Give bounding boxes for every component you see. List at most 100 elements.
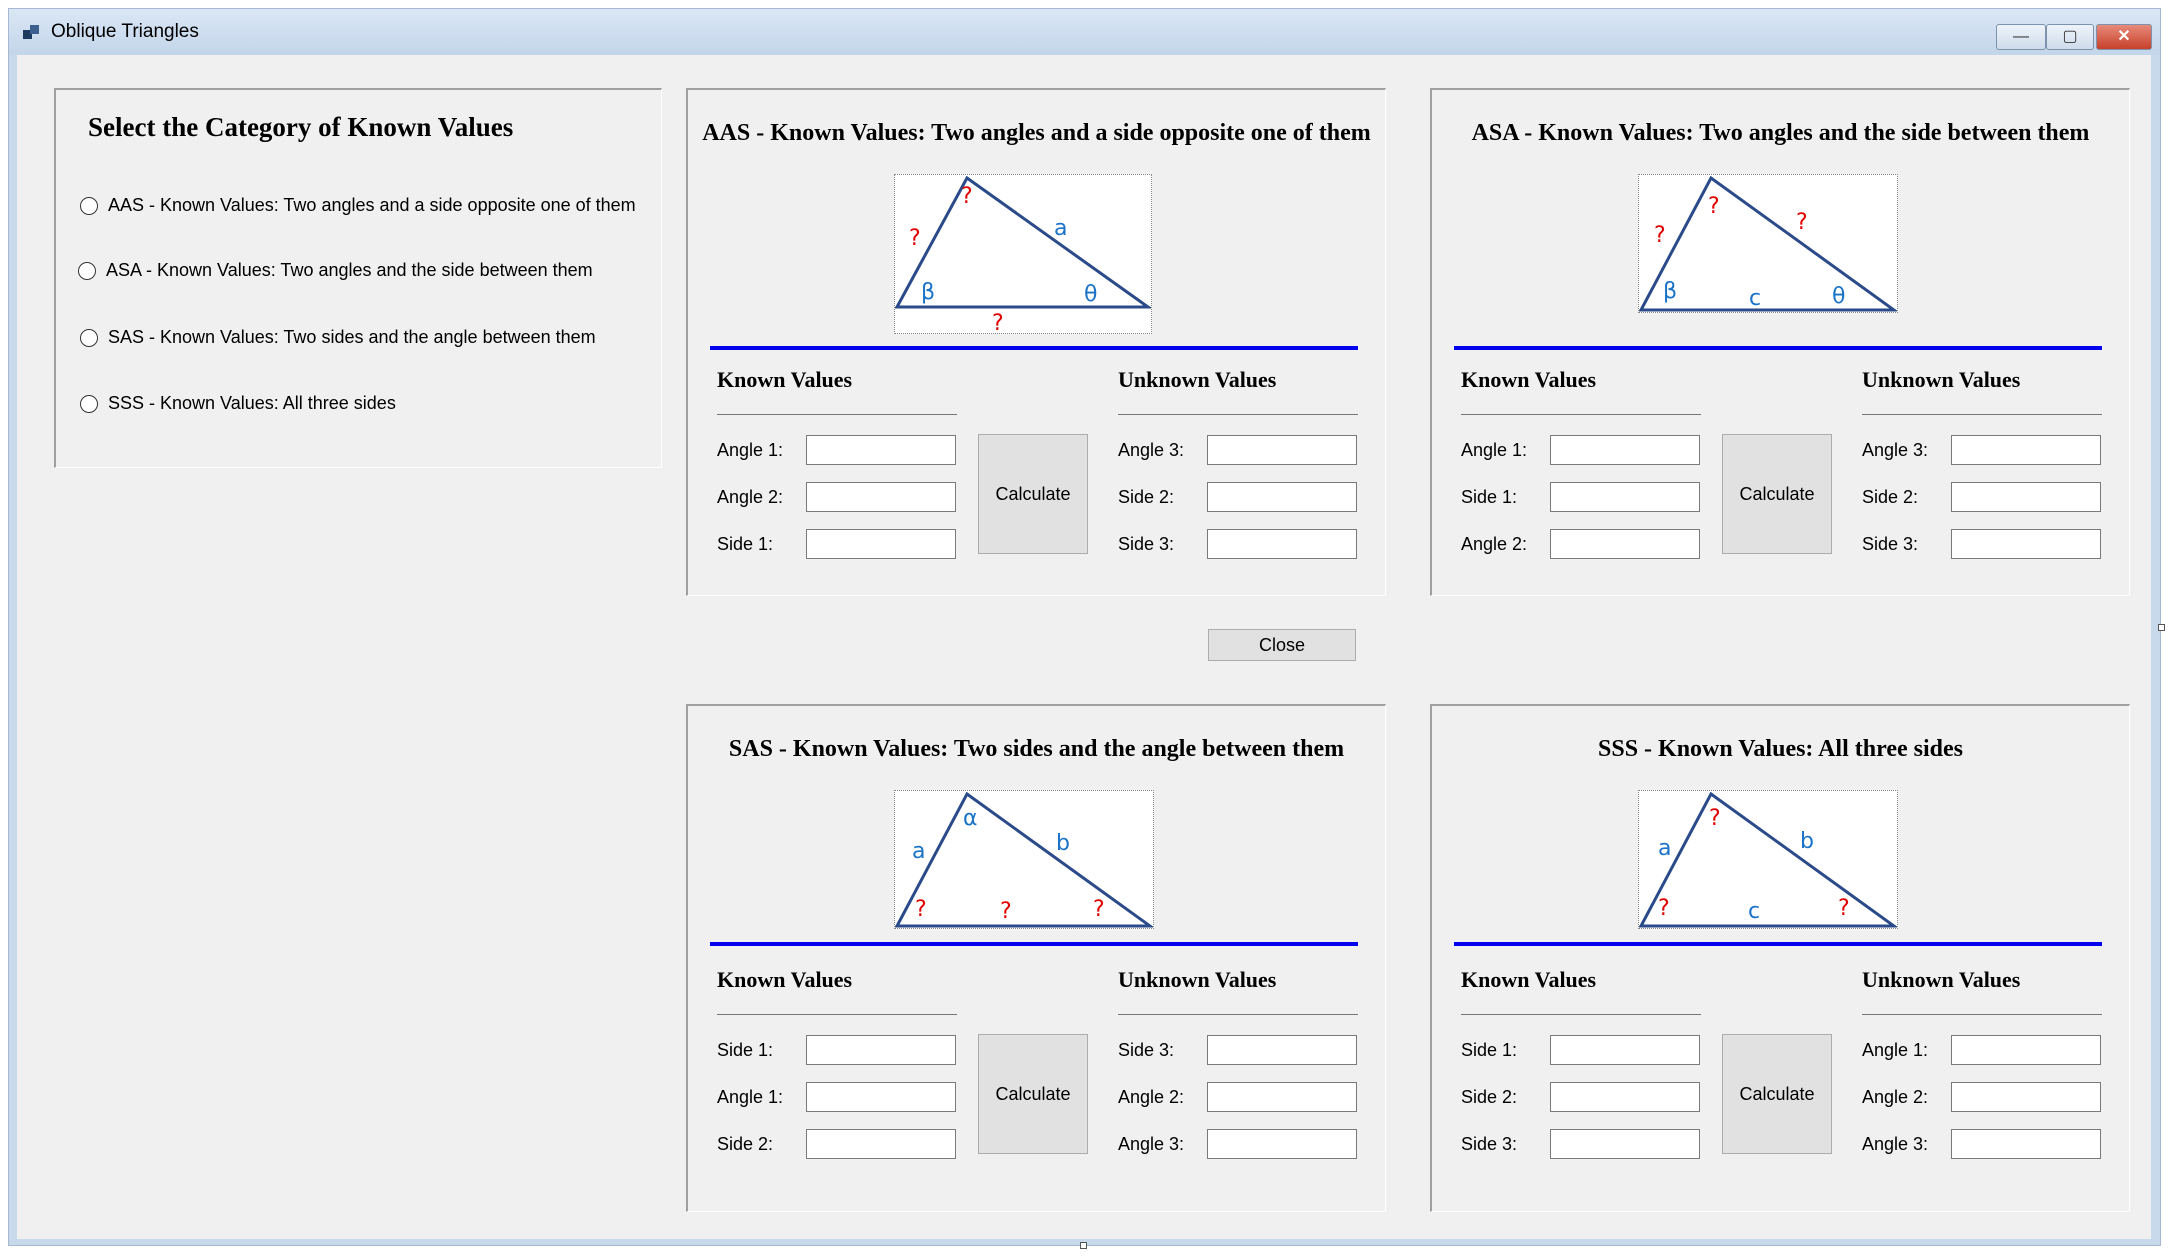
label-right: b <box>1800 829 1814 854</box>
triangle-diagram: ? ? ? β c θ <box>1638 174 1898 313</box>
aas-panel: AAS - Known Values: Two angles and a sid… <box>686 88 1386 596</box>
unknown-label-3: Angle 3: <box>1118 1134 1185 1154</box>
label-bottom-right: θ <box>1084 282 1097 307</box>
minimize-button[interactable]: — <box>1996 24 2046 50</box>
known-label-2: Angle 1: <box>717 1087 784 1107</box>
close-button[interactable]: Close <box>1208 629 1356 661</box>
client-area: Select the Category of Known Values AAS … <box>17 55 2151 1239</box>
known-values-heading: Known Values <box>1461 367 1597 392</box>
known-input-3[interactable] <box>1550 1129 1700 1159</box>
resize-handle-right[interactable] <box>2158 624 2165 631</box>
label-bottom: ? <box>992 311 1004 333</box>
label-bottom-right: θ <box>1832 284 1845 309</box>
unknown-output-3[interactable] <box>1951 1129 2101 1159</box>
radio-circle[interactable] <box>78 262 96 280</box>
label-left: a <box>1658 836 1671 861</box>
known-input-1[interactable] <box>806 435 956 465</box>
known-input-1[interactable] <box>1550 1035 1700 1065</box>
unknown-output-2[interactable] <box>1951 1082 2101 1112</box>
unknown-label-3: Side 3: <box>1118 534 1175 554</box>
panel-title: SSS - Known Values: All three sides <box>1598 736 1963 762</box>
category-selector-panel: Select the Category of Known Values AAS … <box>54 88 662 468</box>
known-values-heading: Known Values <box>717 967 853 992</box>
unknown-label-1: Side 3: <box>1118 1040 1175 1060</box>
unknown-label-1: Angle 1: <box>1862 1040 1929 1060</box>
label-bottom-left: β <box>1663 279 1677 304</box>
maximize-button[interactable]: ▢ <box>2046 24 2094 50</box>
label-top: α <box>963 806 978 831</box>
app-icon <box>23 25 41 41</box>
known-values-heading: Known Values <box>717 367 853 392</box>
known-label-3: Side 2: <box>717 1134 774 1154</box>
maximize-icon: ▢ <box>2062 28 2078 45</box>
label-bottom-left: ? <box>1658 896 1670 921</box>
unknown-output-1[interactable] <box>1207 435 1357 465</box>
unknown-values-heading: Unknown Values <box>1862 367 2021 392</box>
unknown-label-2: Side 2: <box>1118 487 1175 507</box>
unknown-output-3[interactable] <box>1951 529 2101 559</box>
unknown-output-3[interactable] <box>1207 529 1357 559</box>
known-input-3[interactable] <box>806 1129 956 1159</box>
known-input-2[interactable] <box>1550 1082 1700 1112</box>
label-bottom-left: ? <box>915 897 927 922</box>
label-bottom: c <box>1748 899 1760 924</box>
minimize-icon: — <box>2013 28 2029 45</box>
label-top: ? <box>1708 194 1720 219</box>
radio-circle[interactable] <box>80 329 98 347</box>
known-underline <box>717 414 957 415</box>
unknown-output-2[interactable] <box>1207 1082 1357 1112</box>
radio-label: ASA - Known Values: Two angles and the s… <box>106 260 593 280</box>
known-input-1[interactable] <box>1550 435 1700 465</box>
radio-circle[interactable] <box>80 197 98 215</box>
calculate-button[interactable]: Calculate <box>1722 1034 1832 1154</box>
title-bar[interactable]: Oblique Triangles — ▢ ✕ <box>9 9 2160 55</box>
unknown-output-1[interactable] <box>1207 1035 1357 1065</box>
known-input-2[interactable] <box>1550 482 1700 512</box>
panel-title: SAS - Known Values: Two sides and the an… <box>728 736 1345 762</box>
known-label-1: Side 1: <box>717 1040 774 1060</box>
unknown-output-3[interactable] <box>1207 1129 1357 1159</box>
resize-handle-bottom[interactable] <box>1080 1242 1087 1249</box>
known-label-2: Side 1: <box>1461 487 1518 507</box>
app-window: Oblique Triangles — ▢ ✕ Select the Categ… <box>8 8 2161 1246</box>
known-input-3[interactable] <box>806 529 956 559</box>
close-window-button[interactable]: ✕ <box>2096 24 2152 50</box>
label-right: b <box>1056 831 1070 856</box>
calculate-button[interactable]: Calculate <box>978 434 1088 554</box>
unknown-output-2[interactable] <box>1207 482 1357 512</box>
triangle-shape <box>1639 175 1897 312</box>
triangle-shape <box>1639 791 1897 928</box>
selector-title: Select the Category of Known Values <box>88 112 514 142</box>
known-input-2[interactable] <box>806 482 956 512</box>
divider-rule <box>710 346 1358 350</box>
unknown-output-1[interactable] <box>1951 435 2101 465</box>
radio-label: SSS - Known Values: All three sides <box>108 393 396 413</box>
known-values-heading: Known Values <box>1461 967 1597 992</box>
calculate-button[interactable]: Calculate <box>1722 434 1832 554</box>
known-underline <box>1461 414 1701 415</box>
known-input-2[interactable] <box>806 1082 956 1112</box>
known-label-1: Side 1: <box>1461 1040 1518 1060</box>
unknown-label-2: Side 2: <box>1862 487 1919 507</box>
divider-rule <box>1454 942 2102 946</box>
unknown-label-3: Side 3: <box>1862 534 1919 554</box>
triangle-shape <box>895 791 1153 928</box>
known-underline <box>1461 1014 1701 1015</box>
radio-label: SAS - Known Values: Two sides and the an… <box>108 327 596 347</box>
panel-title: AAS - Known Values: Two angles and a sid… <box>702 120 1371 146</box>
known-input-3[interactable] <box>1550 529 1700 559</box>
calculate-button[interactable]: Calculate <box>978 1034 1088 1154</box>
unknown-underline <box>1862 1014 2102 1015</box>
radio-label: AAS - Known Values: Two angles and a sid… <box>108 195 636 215</box>
unknown-output-2[interactable] <box>1951 482 2101 512</box>
radio-circle[interactable] <box>80 395 98 413</box>
divider-rule <box>710 942 1358 946</box>
known-input-1[interactable] <box>806 1035 956 1065</box>
divider-rule <box>1454 346 2102 350</box>
panel-title: ASA - Known Values: Two angles and the s… <box>1471 120 2090 146</box>
unknown-values-heading: Unknown Values <box>1118 967 1277 992</box>
unknown-values-heading: Unknown Values <box>1118 367 1277 392</box>
unknown-output-1[interactable] <box>1951 1035 2101 1065</box>
known-label-2: Side 2: <box>1461 1087 1518 1107</box>
known-label-3: Side 1: <box>717 534 774 554</box>
